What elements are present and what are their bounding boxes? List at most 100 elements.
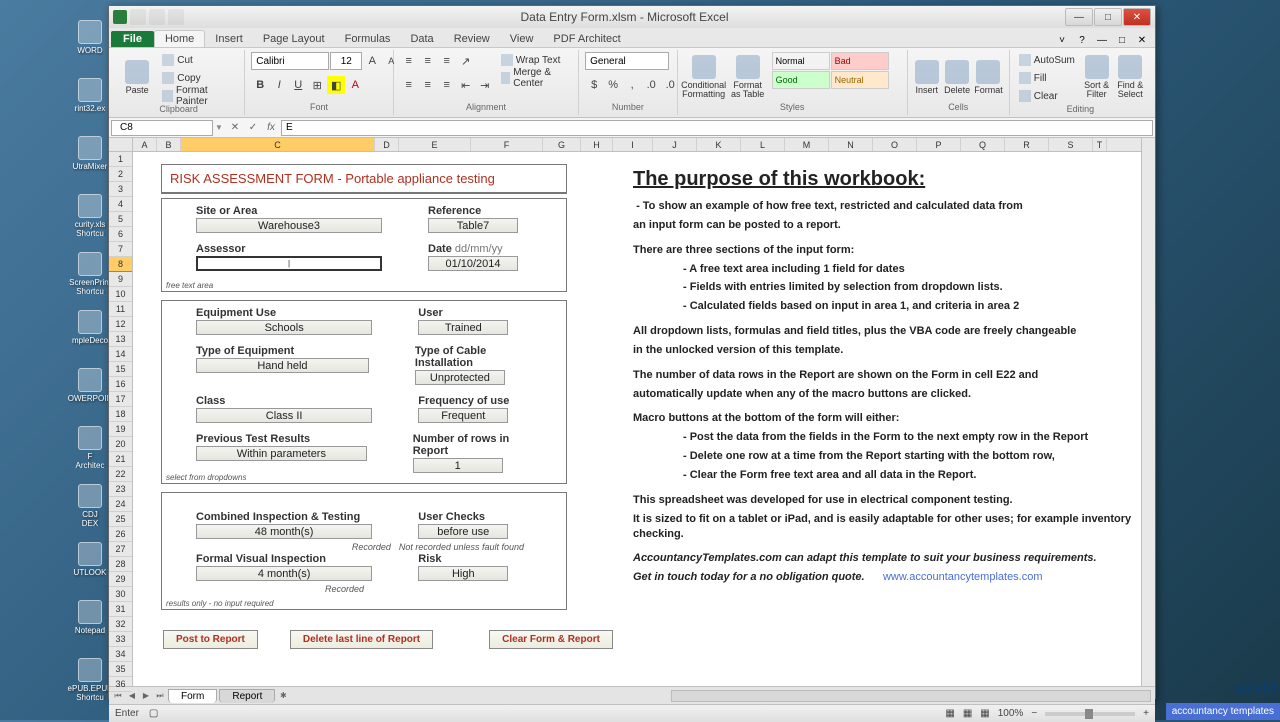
align-bottom-icon[interactable]: ≡ [438, 52, 456, 70]
row-header[interactable]: 30 [109, 587, 132, 602]
row-header[interactable]: 11 [109, 302, 132, 317]
tab-view[interactable]: View [500, 31, 544, 47]
row-header[interactable]: 4 [109, 197, 132, 212]
italic-button[interactable]: I [270, 76, 288, 94]
align-middle-icon[interactable]: ≡ [419, 52, 437, 70]
row-header[interactable]: 5 [109, 212, 132, 227]
align-right-icon[interactable]: ≡ [438, 76, 456, 94]
align-center-icon[interactable]: ≡ [419, 76, 437, 94]
tab-file[interactable]: File [111, 31, 154, 47]
row-header[interactable]: 25 [109, 512, 132, 527]
decrease-indent-icon[interactable]: ⇤ [457, 76, 475, 94]
desktop-icon[interactable]: rint32.ex [73, 78, 107, 122]
delete-cells-button[interactable]: Delete [944, 52, 970, 102]
fill-button[interactable]: Fill [1016, 70, 1078, 86]
tab-page-layout[interactable]: Page Layout [253, 31, 335, 47]
autosum-button[interactable]: AutoSum [1016, 52, 1078, 68]
workbook-close-icon[interactable]: ✕ [1135, 33, 1149, 47]
post-to-report-button[interactable]: Post to Report [163, 630, 258, 649]
help-icon[interactable]: ? [1075, 33, 1089, 47]
style-neutral[interactable]: Neutral [831, 71, 889, 89]
row-header[interactable]: 12 [109, 317, 132, 332]
view-normal-icon[interactable]: ▦ [945, 708, 954, 719]
workbook-restore-icon[interactable]: □ [1115, 33, 1129, 47]
desktop-icon[interactable]: F Architec [73, 426, 107, 470]
equipment-use-field[interactable]: Schools [196, 320, 372, 335]
cable-field[interactable]: Unprotected [415, 370, 505, 385]
grid[interactable]: RISK ASSESSMENT FORM - Portable applianc… [133, 152, 1141, 686]
wrap-text-button[interactable]: Wrap Text [498, 52, 572, 68]
desktop-icon[interactable]: ePUB.EPUB Shortcu [73, 658, 107, 702]
increase-indent-icon[interactable]: ⇥ [476, 76, 494, 94]
col-header[interactable]: S [1049, 138, 1093, 151]
maximize-button[interactable]: □ [1094, 8, 1122, 26]
border-button[interactable]: ⊞ [308, 76, 326, 94]
row-header[interactable]: 26 [109, 527, 132, 542]
row-header[interactable]: 33 [109, 632, 132, 647]
col-header[interactable]: T [1093, 138, 1107, 151]
merge-center-button[interactable]: Merge & Center [498, 70, 572, 86]
formula-input[interactable] [281, 120, 1153, 136]
desktop-icon[interactable]: CDJ DEX [73, 484, 107, 528]
row-header[interactable]: 17 [109, 392, 132, 407]
style-bad[interactable]: Bad [831, 52, 889, 70]
row-header[interactable]: 23 [109, 482, 132, 497]
tab-insert[interactable]: Insert [205, 31, 253, 47]
format-painter-button[interactable]: Format Painter [159, 88, 238, 104]
row-header[interactable]: 35 [109, 662, 132, 677]
col-header[interactable]: Q [961, 138, 1005, 151]
col-header[interactable]: P [917, 138, 961, 151]
col-header[interactable]: I [613, 138, 653, 151]
previous-results-field[interactable]: Within parameters [196, 446, 367, 461]
row-header[interactable]: 7 [109, 242, 132, 257]
col-header[interactable]: J [653, 138, 697, 151]
type-equipment-field[interactable]: Hand held [196, 358, 369, 373]
clear-button[interactable]: Clear [1016, 88, 1078, 104]
row-header[interactable]: 34 [109, 647, 132, 662]
fx-icon[interactable]: fx [263, 120, 279, 136]
row-header[interactable]: 6 [109, 227, 132, 242]
row-header[interactable]: 24 [109, 497, 132, 512]
align-left-icon[interactable]: ≡ [400, 76, 418, 94]
zoom-out-icon[interactable]: − [1031, 708, 1037, 719]
decrease-decimal-icon[interactable]: .0 [661, 76, 679, 94]
row-header[interactable]: 32 [109, 617, 132, 632]
col-header[interactable]: N [829, 138, 873, 151]
qat-save-icon[interactable] [130, 9, 146, 25]
font-name-select[interactable] [251, 52, 329, 70]
view-pagebreak-icon[interactable]: ▦ [980, 708, 989, 719]
clear-form-button[interactable]: Clear Form & Report [489, 630, 613, 649]
new-sheet-icon[interactable]: ✱ [276, 689, 290, 703]
row-header[interactable]: 20 [109, 437, 132, 452]
align-top-icon[interactable]: ≡ [400, 52, 418, 70]
row-header[interactable]: 1 [109, 152, 132, 167]
increase-decimal-icon[interactable]: .0 [642, 76, 660, 94]
row-header[interactable]: 18 [109, 407, 132, 422]
row-header[interactable]: 21 [109, 452, 132, 467]
style-good[interactable]: Good [772, 71, 830, 89]
desktop-icon[interactable]: mpleDeco [73, 310, 107, 354]
row-header[interactable]: 28 [109, 557, 132, 572]
confirm-edit-icon[interactable]: ✓ [245, 120, 261, 136]
row-header[interactable]: 27 [109, 542, 132, 557]
desktop-icon[interactable]: UTLOOK [73, 542, 107, 586]
tab-last-icon[interactable]: ⏭ [153, 689, 167, 703]
col-header[interactable]: A [133, 138, 157, 151]
zoom-slider[interactable] [1045, 712, 1135, 716]
underline-button[interactable]: U [289, 76, 307, 94]
format-table-button[interactable]: Format as Table [728, 52, 768, 102]
font-size-select[interactable] [330, 52, 362, 70]
horizontal-scrollbar[interactable] [671, 690, 1151, 702]
row-header[interactable]: 36 [109, 677, 132, 692]
user-field[interactable]: Trained [418, 320, 508, 335]
col-header[interactable]: K [697, 138, 741, 151]
row-header[interactable]: 31 [109, 602, 132, 617]
col-header[interactable]: B [157, 138, 181, 151]
close-button[interactable]: ✕ [1123, 8, 1151, 26]
col-header[interactable]: D [375, 138, 399, 151]
comma-icon[interactable]: , [623, 76, 641, 94]
format-cells-button[interactable]: Format [974, 52, 1003, 102]
fill-color-button[interactable]: ◧ [327, 76, 345, 94]
minimize-button[interactable]: — [1065, 8, 1093, 26]
desktop-icon[interactable]: ScreenPrint Shortcu [73, 252, 107, 296]
